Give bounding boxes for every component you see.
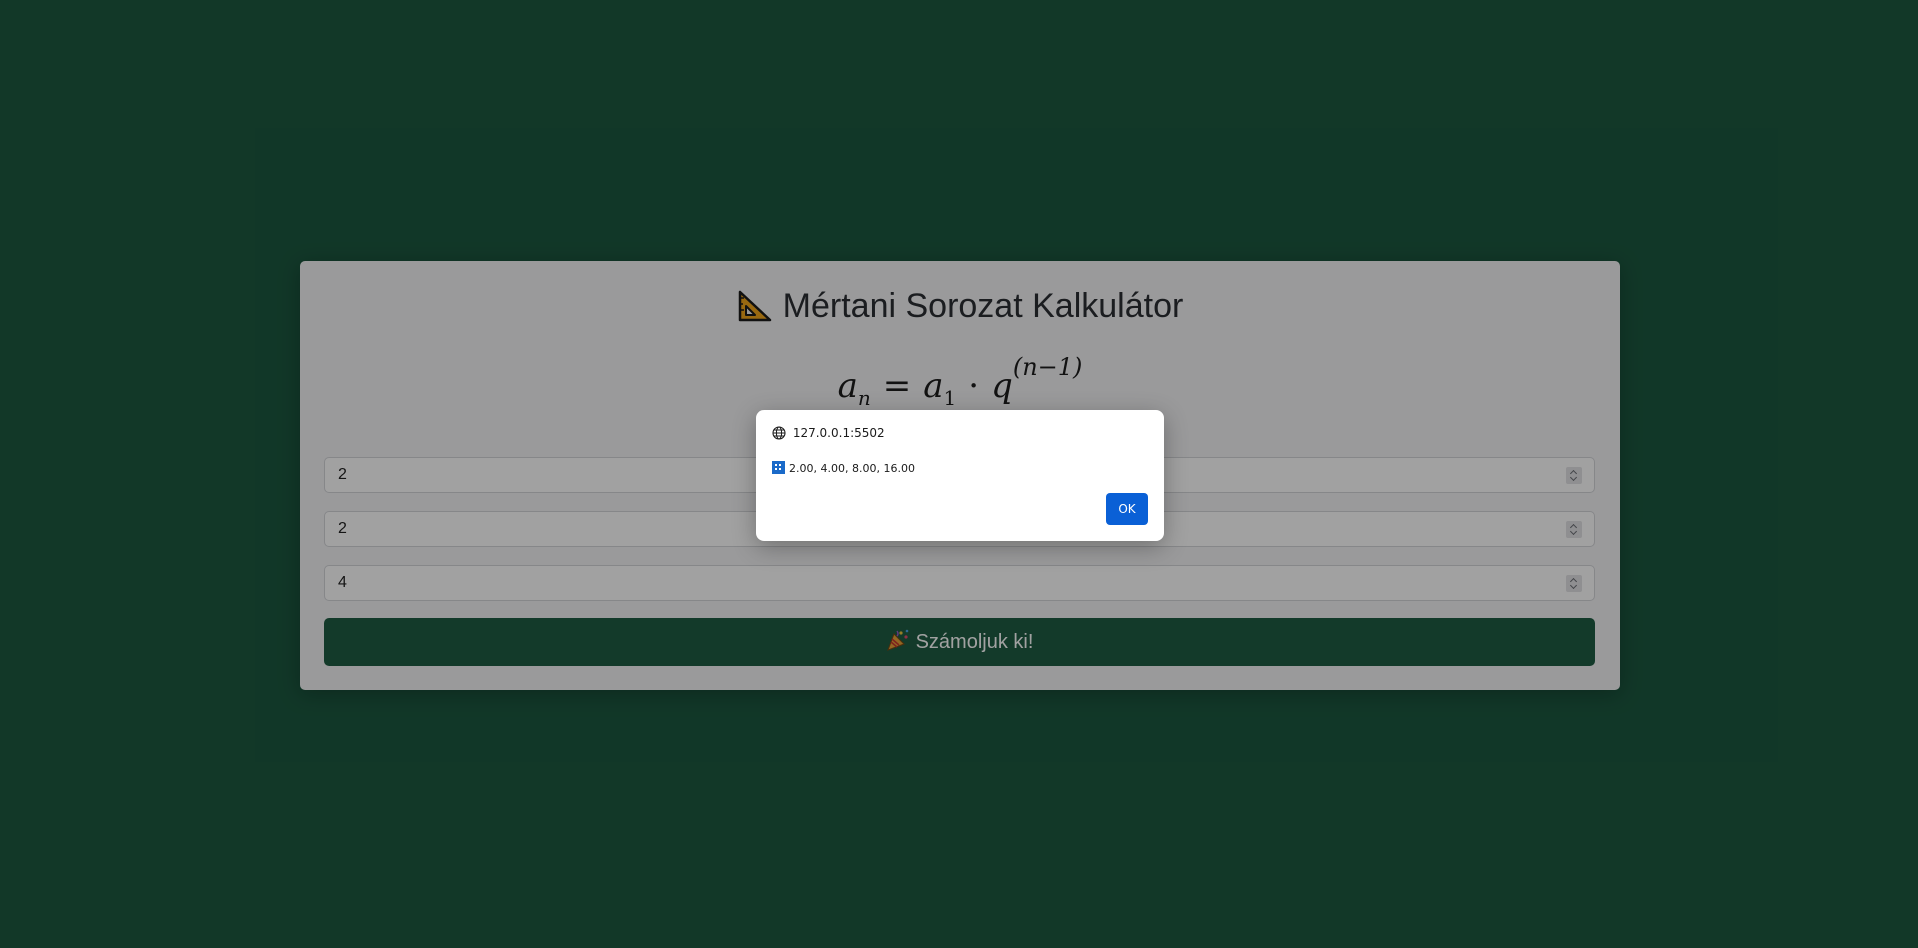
alert-message: 2.00, 4.00, 8.00, 16.00 (772, 461, 915, 475)
globe-icon (772, 426, 793, 440)
alert-message-text: 2.00, 4.00, 8.00, 16.00 (789, 462, 915, 475)
ok-button[interactable]: OK (1106, 493, 1148, 525)
numbers-icon (772, 461, 785, 474)
alert-dialog: 127.0.0.1:5502 2.00, 4.00, 8.00, 16.00 O… (756, 410, 1164, 541)
alert-origin: 127.0.0.1:5502 (772, 426, 885, 440)
alert-origin-text: 127.0.0.1:5502 (792, 426, 885, 440)
